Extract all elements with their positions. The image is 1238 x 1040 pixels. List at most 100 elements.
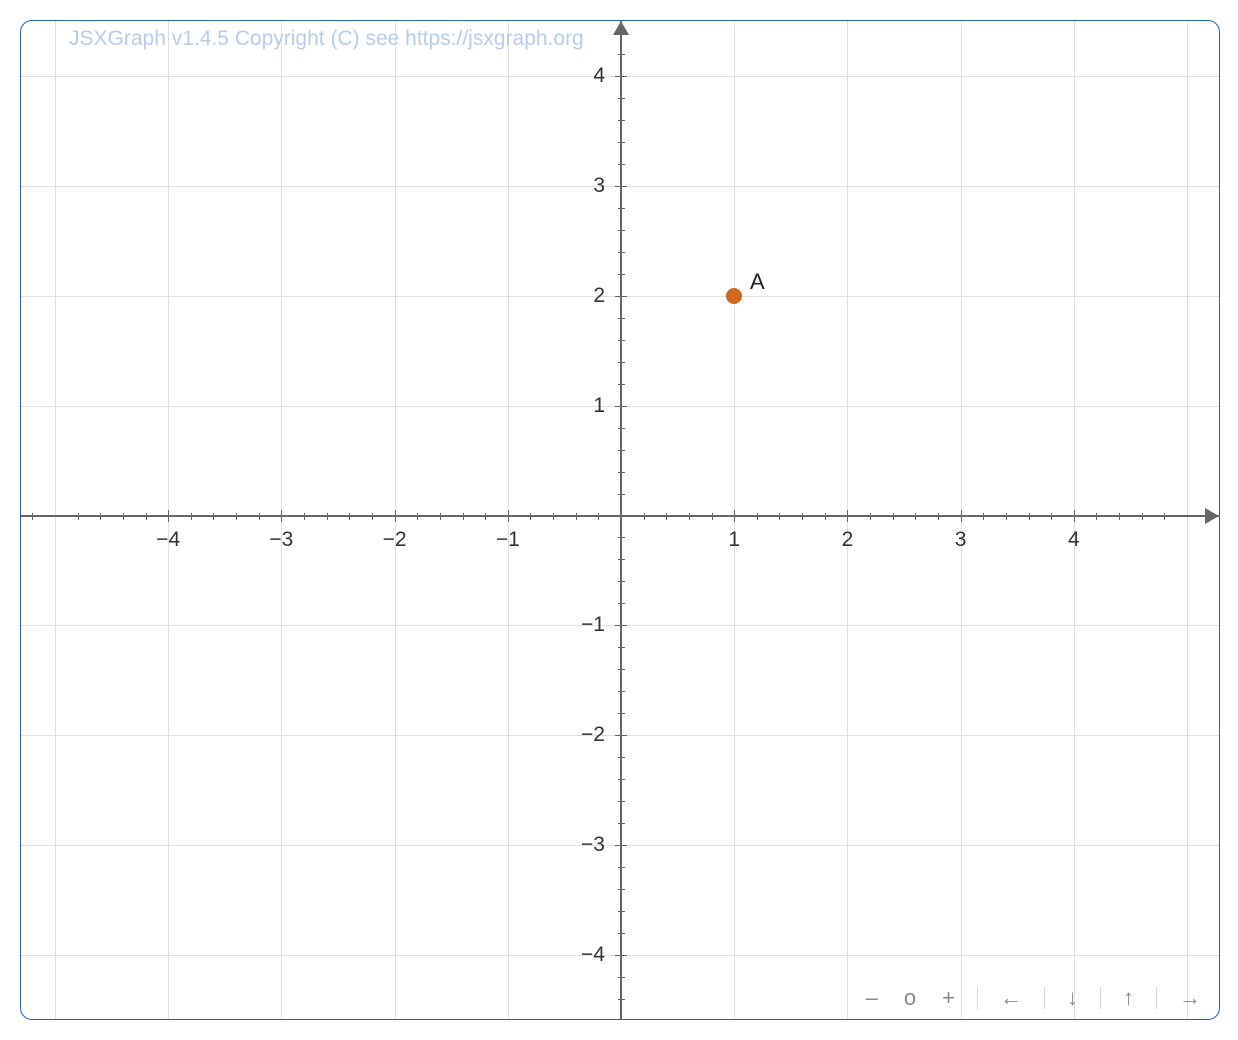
x-tick-label: 3 bbox=[955, 528, 967, 552]
x-minor-tick bbox=[304, 513, 305, 520]
y-minor-tick bbox=[618, 472, 625, 473]
y-minor-tick bbox=[618, 164, 625, 165]
x-minor-tick bbox=[1164, 513, 1165, 520]
x-minor-tick bbox=[327, 513, 328, 520]
y-tick bbox=[615, 955, 627, 956]
point-a[interactable] bbox=[726, 288, 742, 304]
x-minor-tick bbox=[1142, 513, 1143, 520]
x-tick bbox=[734, 510, 735, 522]
y-minor-tick bbox=[618, 120, 625, 121]
jsxgraph-board[interactable]: JSXGraph v1.4.5 Copyright (C) see https:… bbox=[20, 20, 1220, 1020]
x-minor-tick bbox=[236, 513, 237, 520]
pan-left-button[interactable]: ← bbox=[996, 985, 1026, 1011]
y-minor-tick bbox=[618, 647, 625, 648]
x-minor-tick bbox=[32, 513, 33, 520]
y-minor-tick bbox=[618, 933, 625, 934]
x-minor-tick bbox=[870, 513, 871, 520]
y-minor-tick bbox=[618, 757, 625, 758]
y-tick-label: 2 bbox=[593, 284, 615, 308]
x-tick bbox=[961, 510, 962, 522]
gridline-v bbox=[1187, 21, 1188, 1019]
y-minor-tick bbox=[618, 32, 625, 33]
x-minor-tick bbox=[1006, 513, 1007, 520]
pan-right-button[interactable]: → bbox=[1175, 985, 1205, 1011]
x-minor-tick bbox=[440, 513, 441, 520]
y-tick-label: −2 bbox=[581, 723, 615, 747]
point-a-label: A bbox=[750, 269, 765, 295]
y-minor-tick bbox=[618, 340, 625, 341]
y-tick bbox=[615, 76, 627, 77]
navigation-bar: – o + ← ↓ ↑ → bbox=[862, 985, 1205, 1011]
x-minor-tick bbox=[779, 513, 780, 520]
x-axis-arrow-icon bbox=[1205, 508, 1219, 524]
x-minor-tick bbox=[146, 513, 147, 520]
nav-separator bbox=[1156, 987, 1157, 1009]
pan-down-button[interactable]: ↓ bbox=[1063, 985, 1082, 1011]
x-tick bbox=[168, 510, 169, 522]
y-minor-tick bbox=[618, 801, 625, 802]
x-minor-tick bbox=[938, 513, 939, 520]
y-minor-tick bbox=[618, 362, 625, 363]
x-tick bbox=[508, 510, 509, 522]
nav-separator bbox=[977, 987, 978, 1009]
y-tick-label: 4 bbox=[593, 64, 615, 88]
x-tick-label: 2 bbox=[842, 528, 854, 552]
x-minor-tick bbox=[893, 513, 894, 520]
x-minor-tick bbox=[712, 513, 713, 520]
y-tick bbox=[615, 406, 627, 407]
y-minor-tick bbox=[618, 537, 625, 538]
x-minor-tick bbox=[191, 513, 192, 520]
x-minor-tick bbox=[530, 513, 531, 520]
zoom-in-button[interactable]: + bbox=[938, 985, 959, 1011]
x-minor-tick bbox=[757, 513, 758, 520]
y-axis bbox=[620, 21, 622, 1019]
zoom-reset-button[interactable]: o bbox=[900, 985, 920, 1011]
y-minor-tick bbox=[618, 252, 625, 253]
x-tick-label: −2 bbox=[383, 528, 407, 552]
y-tick-label: −3 bbox=[581, 833, 615, 857]
copyright-text: JSXGraph v1.4.5 Copyright (C) see https:… bbox=[69, 27, 584, 51]
y-minor-tick bbox=[618, 142, 625, 143]
y-minor-tick bbox=[618, 713, 625, 714]
nav-separator bbox=[1100, 987, 1101, 1009]
x-minor-tick bbox=[1210, 513, 1211, 520]
y-minor-tick bbox=[618, 559, 625, 560]
x-minor-tick bbox=[78, 513, 79, 520]
y-minor-tick bbox=[618, 977, 625, 978]
x-minor-tick bbox=[983, 513, 984, 520]
x-minor-tick bbox=[1051, 513, 1052, 520]
gridline-v bbox=[55, 21, 56, 1019]
x-tick-label: −4 bbox=[156, 528, 180, 552]
x-tick-label: 1 bbox=[728, 528, 740, 552]
pan-up-button[interactable]: ↑ bbox=[1119, 985, 1138, 1011]
x-tick bbox=[395, 510, 396, 522]
y-minor-tick bbox=[618, 98, 625, 99]
x-minor-tick bbox=[417, 513, 418, 520]
y-tick bbox=[615, 186, 627, 187]
x-minor-tick bbox=[802, 513, 803, 520]
y-tick-label: −4 bbox=[581, 943, 615, 967]
y-minor-tick bbox=[618, 54, 625, 55]
x-minor-tick bbox=[666, 513, 667, 520]
y-minor-tick bbox=[618, 603, 625, 604]
y-tick bbox=[615, 625, 627, 626]
y-minor-tick bbox=[618, 999, 625, 1000]
x-minor-tick bbox=[1029, 513, 1030, 520]
x-tick bbox=[281, 510, 282, 522]
x-tick-label: 4 bbox=[1068, 528, 1080, 552]
zoom-out-button[interactable]: – bbox=[862, 985, 882, 1011]
x-minor-tick bbox=[689, 513, 690, 520]
y-minor-tick bbox=[618, 208, 625, 209]
x-minor-tick bbox=[372, 513, 373, 520]
plot-area[interactable]: −4 −3 −2 −1 1 2 3 4 4 3 2 1 −1 −2 −3 −4 … bbox=[21, 21, 1219, 1019]
x-minor-tick bbox=[644, 513, 645, 520]
x-minor-tick bbox=[123, 513, 124, 520]
x-minor-tick bbox=[1119, 513, 1120, 520]
y-minor-tick bbox=[618, 384, 625, 385]
y-tick-label: 3 bbox=[593, 174, 615, 198]
y-minor-tick bbox=[618, 779, 625, 780]
x-minor-tick bbox=[259, 513, 260, 520]
y-tick bbox=[615, 296, 627, 297]
x-minor-tick bbox=[100, 513, 101, 520]
x-tick-label: −3 bbox=[269, 528, 293, 552]
